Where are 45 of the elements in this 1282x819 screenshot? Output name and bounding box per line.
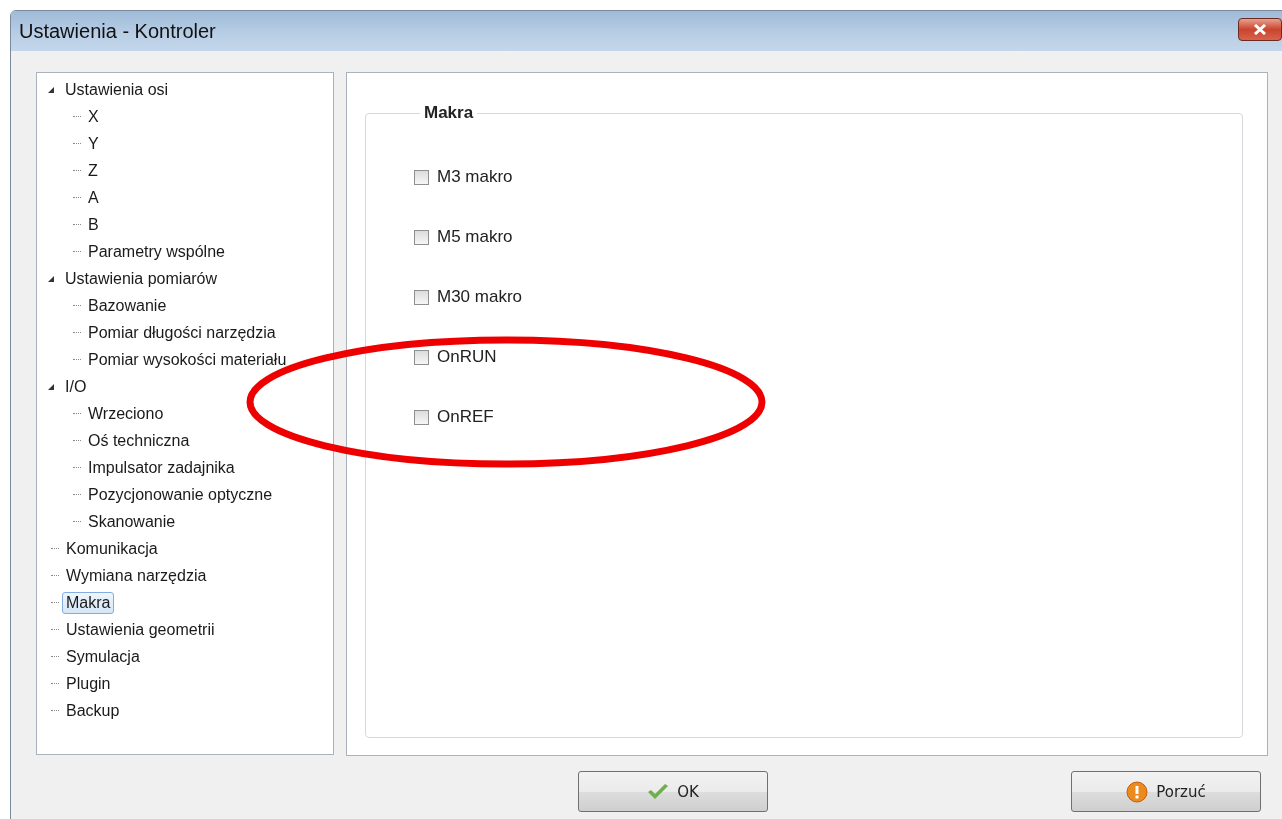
tree-item[interactable]: Pomiar wysokości materiału [84,348,291,371]
checkbox[interactable] [414,229,429,245]
warning-icon [1126,780,1149,803]
checkmark-icon [647,783,670,800]
tree-item[interactable]: Parametry wspólne [84,240,229,263]
close-button[interactable] [1238,18,1282,41]
group-title: Makra [423,103,475,123]
checkbox[interactable] [414,289,429,305]
tree-item[interactable]: Makra [62,591,115,614]
expander-icon[interactable] [47,382,55,391]
tree-item[interactable]: Backup [62,699,124,722]
checkbox[interactable] [414,409,429,425]
expander-icon[interactable] [47,85,55,94]
tree-item[interactable]: Wymiana narzędzia [62,564,211,587]
tree-item[interactable]: Impulsator zadajnika [84,456,239,479]
tree-item[interactable]: Ustawienia pomiarów [61,267,222,290]
tree-item[interactable]: A [84,186,103,209]
expander-icon[interactable] [47,274,55,283]
checkbox-label: M5 makro [437,227,513,247]
tree-item[interactable]: B [84,213,103,236]
cancel-button[interactable]: Porzuć [1071,771,1261,812]
tree-item[interactable]: Wrzeciono [84,402,168,425]
checkbox-label: OnRUN [437,347,497,367]
tree-item[interactable]: Pozycjonowanie optyczne [84,483,277,506]
tree-item[interactable]: I/O [61,375,91,398]
checkbox[interactable] [414,349,429,365]
tree-item[interactable]: Skanowanie [84,510,180,533]
ok-button[interactable]: OK [578,771,768,812]
tree-item[interactable]: Komunikacja [62,537,162,560]
tree-item[interactable]: Bazowanie [84,294,171,317]
checkbox-label: M30 makro [437,287,523,307]
tree-item[interactable]: X [84,105,103,128]
tree-item[interactable]: Symulacja [62,645,144,668]
tree-item[interactable]: Pomiar długości narzędzia [84,321,280,344]
tree-item[interactable]: Ustawienia geometrii [62,618,219,641]
tree-item[interactable]: Ustawienia osi [61,78,173,101]
tree-item[interactable]: Y [84,132,103,155]
tree-item[interactable]: Oś techniczna [84,429,194,452]
checkbox-label: M3 makro [437,167,513,187]
checkbox-label: OnREF [437,407,494,427]
checkbox[interactable] [414,169,429,185]
tree-item[interactable]: Plugin [62,672,115,695]
tree-item[interactable]: Z [84,159,102,182]
window-title: Ustawienia - Kontroler [19,19,216,43]
close-icon [1253,24,1267,35]
